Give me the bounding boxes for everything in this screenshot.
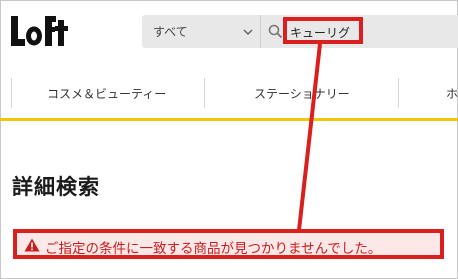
nav-item-home[interactable]: ホ [446,85,458,102]
header-accent-line [0,118,458,121]
search-query-highlight [283,17,363,44]
nav-divider [204,78,205,108]
chevron-down-icon [243,29,253,36]
no-results-message: ご指定の条件に一致する商品が見つかりませんでした。 [45,241,382,257]
nav-item-cosme[interactable]: コスメ＆ビューティー [47,85,166,102]
category-select-label: すべて [153,25,188,39]
nav-item-stationery[interactable]: ステーショナリー [254,85,350,102]
category-select[interactable]: すべて [142,15,261,48]
search-icon[interactable] [268,24,283,39]
nav-divider [398,78,399,108]
warning-icon [24,238,40,252]
loft-logo[interactable] [9,14,69,50]
page-title: 詳細検索 [12,175,100,199]
nav-divider [11,78,12,108]
no-results-alert: ご指定の条件に一致する商品が見つかりませんでした。 [13,229,444,259]
category-nav: コスメ＆ビューティー ステーショナリー ホ [0,78,458,108]
